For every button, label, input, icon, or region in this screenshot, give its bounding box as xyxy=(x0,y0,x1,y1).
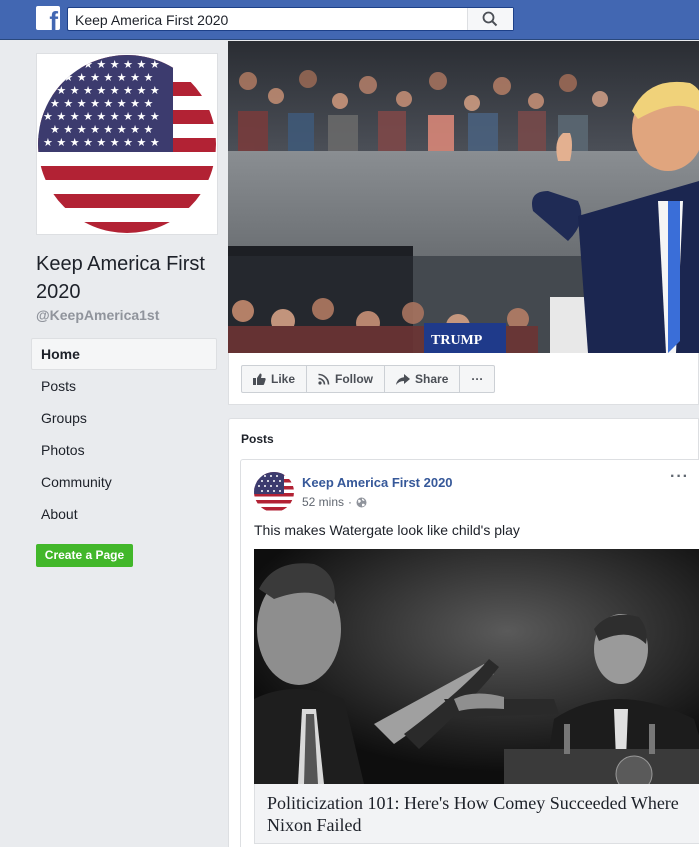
svg-text:★ ★ ★ ★ ★ ★ ★ ★ ★: ★ ★ ★ ★ ★ ★ ★ ★ ★ xyxy=(43,58,160,71)
more-icon: ··· xyxy=(471,372,484,386)
search-button[interactable] xyxy=(467,8,513,30)
page-title: Keep America First 2020 xyxy=(36,253,205,303)
page-actions-card: Like Follow Share ··· xyxy=(228,353,699,405)
cover-photo[interactable]: TRUMP xyxy=(228,41,699,353)
search-input[interactable]: Keep America First 2020 xyxy=(75,12,228,28)
facebook-logo-icon[interactable]: f xyxy=(36,6,60,30)
like-button[interactable]: Like xyxy=(242,366,308,392)
post-meta: 52 mins · xyxy=(302,495,367,509)
follow-button[interactable]: Follow xyxy=(307,366,386,392)
posts-section: Posts Keep America First 2020 52 mins · … xyxy=(228,418,699,847)
svg-text:★ ★ ★ ★ ★ ★ ★ ★: ★ ★ ★ ★ ★ ★ ★ ★ xyxy=(50,123,154,136)
post-author-avatar[interactable] xyxy=(254,472,294,512)
post-author-name[interactable]: Keep America First 2020 xyxy=(302,475,453,490)
nav-item-posts[interactable]: Posts xyxy=(31,370,217,402)
share-button[interactable]: Share xyxy=(385,366,461,392)
nav-item-home[interactable]: Home xyxy=(31,338,217,370)
globe-icon[interactable] xyxy=(356,497,367,508)
nav-item-groups[interactable]: Groups xyxy=(31,402,217,434)
nav-item-photos[interactable]: Photos xyxy=(31,434,217,466)
svg-text:TRUMP: TRUMP xyxy=(431,333,483,348)
link-preview-title[interactable]: Politicization 101: Here's How Comey Suc… xyxy=(254,784,699,844)
posts-section-title: Posts xyxy=(241,432,274,446)
search-bar[interactable]: Keep America First 2020 xyxy=(67,7,514,31)
post-options-button[interactable]: ··· xyxy=(670,468,689,486)
share-label: Share xyxy=(415,372,449,386)
like-label: Like xyxy=(271,372,296,386)
svg-text:★ ★ ★ ★ ★ ★ ★ ★: ★ ★ ★ ★ ★ ★ ★ ★ xyxy=(50,97,154,110)
follow-rss-icon xyxy=(318,373,330,385)
follow-label: Follow xyxy=(335,372,374,386)
svg-text:★ ★ ★ ★ ★ ★ ★ ★ ★: ★ ★ ★ ★ ★ ★ ★ ★ ★ xyxy=(43,84,160,97)
svg-text:★ ★ ★ ★ ★ ★ ★ ★: ★ ★ ★ ★ ★ ★ ★ ★ xyxy=(50,71,154,84)
link-preview-image[interactable] xyxy=(254,549,699,784)
post-timestamp[interactable]: 52 mins xyxy=(302,495,344,509)
top-bar: f Keep America First 2020 xyxy=(0,0,699,40)
like-icon xyxy=(253,373,266,385)
create-page-button[interactable]: Create a Page xyxy=(36,544,133,567)
svg-text:★ ★ ★ ★ ★ ★ ★ ★ ★: ★ ★ ★ ★ ★ ★ ★ ★ ★ xyxy=(43,136,160,149)
more-actions-button[interactable]: ··· xyxy=(460,366,494,392)
page-profile-picture[interactable]: ★ ★ ★ ★ ★ ★ ★ ★ ★ ★ ★ ★ ★ ★ ★ ★ ★ ★ ★ ★ … xyxy=(36,53,218,235)
svg-text:★ ★ ★ ★ ★ ★ ★ ★ ★: ★ ★ ★ ★ ★ ★ ★ ★ ★ xyxy=(43,110,160,123)
page-handle[interactable]: @KeepAmerica1st xyxy=(36,307,159,323)
nav-item-community[interactable]: Community xyxy=(31,466,217,498)
meta-separator: · xyxy=(348,495,353,509)
post: Keep America First 2020 52 mins · ··· Th… xyxy=(240,459,699,847)
page-nav: Home Posts Groups Photos Community About xyxy=(31,338,217,530)
share-icon xyxy=(396,373,411,385)
page-actions: Like Follow Share ··· xyxy=(241,365,496,393)
nav-item-about[interactable]: About xyxy=(31,498,217,530)
post-text: This makes Watergate look like child's p… xyxy=(254,522,520,538)
search-icon xyxy=(482,11,498,27)
